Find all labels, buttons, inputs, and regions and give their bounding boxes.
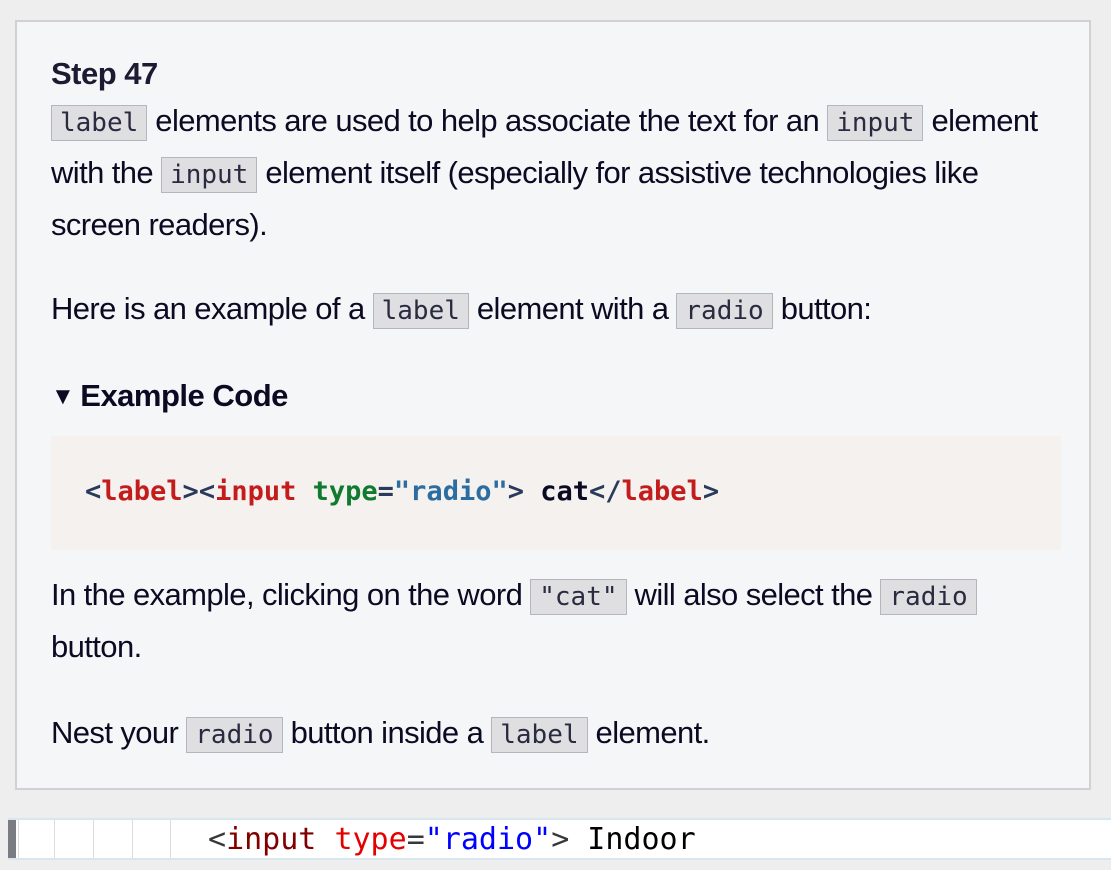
inline-code-input: input — [827, 105, 924, 141]
indent-guide — [54, 820, 55, 858]
code-punct: > — [507, 476, 524, 507]
code-punct: > — [182, 476, 199, 507]
editor-punct: = — [406, 822, 425, 857]
editor-punct: > — [551, 822, 570, 857]
editor-space — [316, 822, 334, 857]
example-code-toggle[interactable]: ▼ Example Code — [51, 376, 288, 417]
inline-code-radio: radio — [880, 579, 977, 615]
inline-code-radio: radio — [676, 293, 773, 329]
task-paragraph: Nest your radio button inside a label el… — [51, 708, 1071, 760]
triangle-down-icon: ▼ — [51, 383, 75, 410]
code-attr: type — [312, 476, 378, 507]
explanation-paragraph: In the example, clicking on the word "ca… — [51, 570, 1071, 672]
code-editor[interactable]: <input type="radio"> Indoor — [8, 818, 1111, 860]
code-tag: label — [101, 476, 183, 507]
code-tag: label — [621, 476, 703, 507]
code-punct: < — [85, 476, 102, 507]
editor-tag: input — [226, 822, 317, 857]
indent-guide — [132, 820, 133, 858]
editor-attr: type — [334, 822, 407, 857]
code-text: cat — [523, 476, 590, 507]
description-text-a: elements are used to help associate the … — [155, 103, 820, 138]
task-text-b: button inside a — [290, 715, 484, 750]
example-intro-text-c: button: — [780, 291, 872, 326]
inline-code-label: label — [51, 105, 148, 141]
task-text-a: Nest your — [51, 715, 179, 750]
indent-guide — [170, 820, 171, 858]
description-paragraph: label elements are used to help associat… — [51, 96, 1071, 250]
task-text-c: element. — [595, 715, 711, 750]
editor-line-marker — [8, 820, 16, 858]
code-tag: input — [215, 476, 297, 507]
code-punct: = — [377, 476, 394, 507]
code-punct: < — [198, 476, 216, 507]
editor-text: Indoor — [569, 822, 696, 857]
example-code-summary-label: Example Code — [80, 378, 288, 413]
editor-code-line[interactable]: <input type="radio"> Indoor — [208, 822, 696, 858]
example-intro-paragraph: Here is an example of a label element wi… — [51, 284, 1071, 336]
step-title: Step 47 — [51, 56, 158, 91]
example-intro-text-b: element with a — [476, 291, 669, 326]
explanation-text-c: button. — [51, 629, 142, 664]
indent-guide — [18, 820, 19, 858]
explanation-text-b: will also select the — [634, 577, 873, 612]
example-intro-text-a: Here is an example of a — [51, 291, 365, 326]
code-punct: </ — [589, 476, 622, 507]
inline-code-label: label — [491, 717, 588, 753]
editor-value: "radio" — [424, 822, 552, 857]
explanation-text-a: In the example, clicking on the word — [51, 577, 523, 612]
inline-code-radio: radio — [186, 717, 283, 753]
inline-code-input: input — [161, 157, 258, 193]
indent-guide — [93, 820, 94, 858]
inline-code-label: label — [372, 293, 469, 329]
editor-punct: < — [208, 822, 227, 857]
inline-code-cat: "cat" — [530, 579, 627, 615]
code-punct: > — [702, 476, 720, 507]
example-code-block: <label><input type="radio"> cat</label> — [51, 436, 1061, 550]
code-value: "radio" — [393, 476, 508, 507]
instructions-panel: Step 47 label elements are used to help … — [15, 20, 1091, 790]
